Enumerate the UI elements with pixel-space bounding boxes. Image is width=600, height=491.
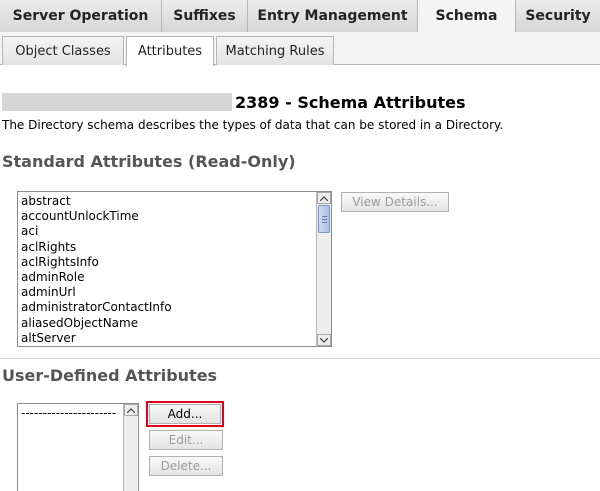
standard-attributes-list[interactable]: abstract accountUnlockTime aci aclRights… xyxy=(17,191,332,347)
redacted-server-name xyxy=(2,93,232,111)
tab-server-operation[interactable]: Server Operation xyxy=(0,0,162,32)
tab-entry-management[interactable]: Entry Management xyxy=(248,0,418,32)
standard-attributes-heading: Standard Attributes (Read-Only) xyxy=(2,152,296,171)
section-divider xyxy=(0,358,600,359)
page-title: 2389 - Schema Attributes xyxy=(235,93,466,112)
list-item[interactable]: adminUrl xyxy=(21,285,314,300)
user-list-scrollbar[interactable] xyxy=(123,404,138,491)
list-item[interactable]: altServer xyxy=(21,331,314,346)
view-details-button[interactable]: View Details... xyxy=(341,192,449,212)
scroll-up-button[interactable] xyxy=(124,404,138,416)
list-item[interactable]: administratorContactInfo xyxy=(21,300,314,315)
list-item[interactable]: ---------------------- xyxy=(21,406,121,421)
list-item[interactable]: accountUnlockTime xyxy=(21,209,314,224)
scroll-thumb[interactable] xyxy=(318,205,330,233)
list-item[interactable]: aci xyxy=(21,224,314,239)
user-defined-attributes-heading: User-Defined Attributes xyxy=(2,366,218,385)
add-attribute-button[interactable]: Add... xyxy=(149,404,221,424)
sub-tab-bar: Object Classes Attributes Matching Rules xyxy=(0,32,600,66)
list-item[interactable]: aliasedObjectName xyxy=(21,316,314,331)
delete-attribute-button[interactable]: Delete... xyxy=(149,456,223,476)
list-item[interactable]: aclRights xyxy=(21,240,314,255)
standard-list-scrollbar[interactable] xyxy=(316,192,331,346)
subtab-attributes[interactable]: Attributes xyxy=(126,36,214,66)
tab-security[interactable]: Security xyxy=(516,0,600,32)
edit-attribute-button[interactable]: Edit... xyxy=(149,430,223,450)
page-description: The Directory schema describes the types… xyxy=(2,118,504,132)
scroll-down-button[interactable] xyxy=(317,334,331,346)
list-item[interactable]: abstract xyxy=(21,194,314,209)
chevron-up-icon xyxy=(320,195,328,201)
user-defined-attributes-list[interactable]: ---------------------- xyxy=(17,403,139,491)
chevron-down-icon xyxy=(320,337,328,343)
tab-suffixes[interactable]: Suffixes xyxy=(162,0,248,32)
top-tab-bar: Server Operation Suffixes Entry Manageme… xyxy=(0,0,600,33)
tab-schema[interactable]: Schema xyxy=(418,0,516,33)
subtab-object-classes[interactable]: Object Classes xyxy=(2,36,124,65)
subtab-matching-rules[interactable]: Matching Rules xyxy=(216,36,334,65)
chevron-up-icon xyxy=(127,407,135,413)
list-item[interactable]: aclRightsInfo xyxy=(21,255,314,270)
scroll-up-button[interactable] xyxy=(317,192,331,204)
list-item[interactable]: adminRole xyxy=(21,270,314,285)
